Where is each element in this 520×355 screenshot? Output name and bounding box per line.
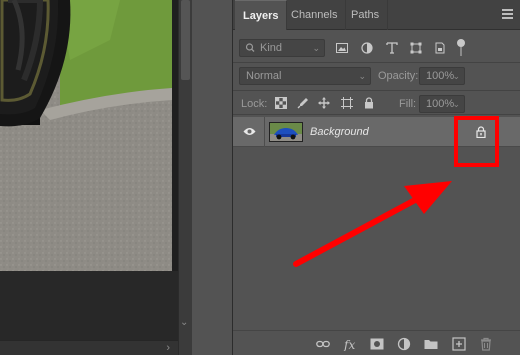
- tab-layers[interactable]: Layers: [235, 0, 288, 30]
- divider: [233, 62, 520, 63]
- fill-label: Fill:: [399, 98, 417, 110]
- lock-label: Lock:: [241, 98, 268, 110]
- opacity-field[interactable]: 100% ⌄: [419, 67, 465, 85]
- smart-object-filter-icon[interactable]: [434, 42, 446, 54]
- vertical-scrollbar[interactable]: ⌄: [178, 0, 192, 355]
- opacity-label: Opacity:: [378, 70, 419, 82]
- panel-menu-icon[interactable]: [502, 9, 513, 19]
- chevron-down-icon: ⌄: [312, 43, 320, 53]
- panel-gutter: [192, 0, 232, 355]
- fill-field[interactable]: 100% ⌄: [419, 95, 465, 113]
- layer-name[interactable]: Background: [310, 126, 369, 138]
- scrollbar-thumb[interactable]: [181, 0, 190, 80]
- lock-artboard-icon[interactable]: [341, 97, 353, 109]
- mask-icon[interactable]: [370, 337, 384, 351]
- image-filter-icon[interactable]: [336, 42, 348, 54]
- tab-channels[interactable]: Channels: [283, 0, 347, 30]
- svg-text:fx: fx: [343, 338, 355, 351]
- divider: [233, 114, 520, 115]
- car-photo: [0, 0, 172, 271]
- chevron-down-icon: ⌄: [358, 71, 366, 81]
- chevron-down-icon: ⌄: [452, 99, 460, 109]
- lock-highlight-box: [454, 116, 499, 167]
- fill-value: 100%: [426, 98, 455, 110]
- filter-toggle-icon[interactable]: [456, 38, 466, 58]
- delete-icon[interactable]: [479, 337, 493, 351]
- scroll-right-icon[interactable]: ›: [166, 342, 170, 354]
- photo-canvas[interactable]: [0, 0, 172, 271]
- shape-filter-icon[interactable]: [410, 42, 422, 54]
- divider: [264, 117, 265, 147]
- canvas-area[interactable]: ›: [0, 0, 178, 355]
- lock-position-icon[interactable]: [318, 97, 330, 109]
- layer-thumbnail: [269, 122, 303, 142]
- lock-all-icon[interactable]: [363, 97, 375, 109]
- layers-bottom-bar: fx: [233, 330, 520, 355]
- lock-image-icon[interactable]: [297, 97, 309, 109]
- chevron-down-icon: ⌄: [452, 71, 460, 81]
- link-layers-icon[interactable]: [316, 337, 330, 351]
- fx-icon[interactable]: fx: [343, 337, 357, 351]
- eye-visibility-icon[interactable]: [243, 127, 256, 136]
- adjustment-filter-icon[interactable]: [361, 42, 373, 54]
- opacity-value: 100%: [426, 70, 455, 82]
- panel-tab-bar: Layers Channels Paths: [233, 0, 520, 30]
- kind-filter-select[interactable]: Kind ⌄: [239, 39, 325, 57]
- blend-mode-select[interactable]: Normal ⌄: [239, 67, 371, 85]
- search-icon: [245, 40, 255, 61]
- type-filter-icon[interactable]: [386, 42, 398, 54]
- adjustment-layer-icon[interactable]: [397, 337, 411, 351]
- lock-transparent-icon[interactable]: [275, 97, 287, 109]
- divider: [233, 90, 520, 91]
- new-layer-icon[interactable]: [452, 337, 466, 351]
- tab-paths[interactable]: Paths: [343, 0, 389, 30]
- blend-mode-value: Normal: [246, 70, 282, 82]
- horizontal-scrollbar[interactable]: ›: [0, 340, 178, 355]
- layers-panel: Layers Channels Paths Kind ⌄ Normal ⌄ Op…: [232, 0, 520, 355]
- group-folder-icon[interactable]: [424, 337, 438, 351]
- kind-label: Kind: [260, 42, 283, 54]
- scroll-down-icon[interactable]: ⌄: [180, 317, 188, 328]
